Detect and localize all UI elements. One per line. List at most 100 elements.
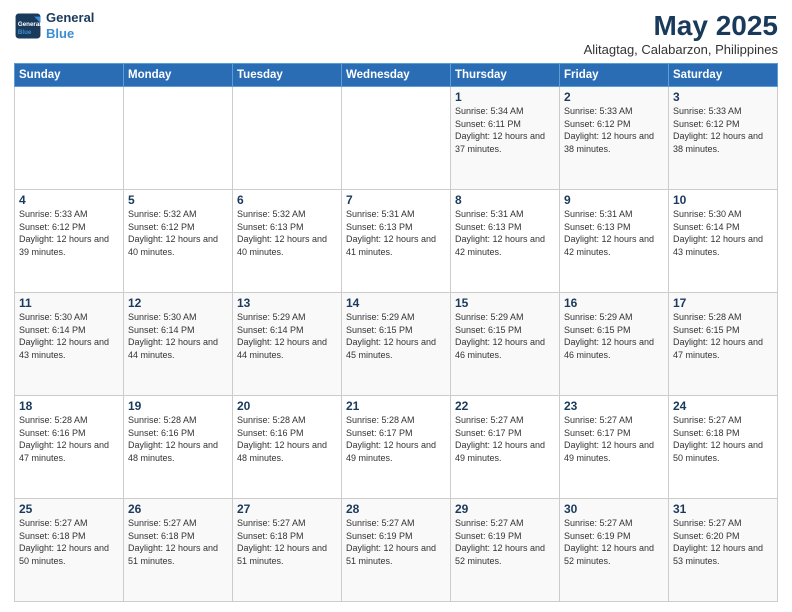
calendar-cell-w2-d2: 6Sunrise: 5:32 AM Sunset: 6:13 PM Daylig… xyxy=(233,190,342,293)
calendar-cell-w4-d6: 24Sunrise: 5:27 AM Sunset: 6:18 PM Dayli… xyxy=(669,396,778,499)
day-number: 17 xyxy=(673,296,773,310)
logo-text: General Blue xyxy=(46,10,94,41)
day-number: 9 xyxy=(564,193,664,207)
day-info: Sunrise: 5:27 AM Sunset: 6:17 PM Dayligh… xyxy=(564,414,664,464)
day-info: Sunrise: 5:30 AM Sunset: 6:14 PM Dayligh… xyxy=(673,208,773,258)
day-number: 6 xyxy=(237,193,337,207)
calendar-cell-w3-d6: 17Sunrise: 5:28 AM Sunset: 6:15 PM Dayli… xyxy=(669,293,778,396)
day-number: 19 xyxy=(128,399,228,413)
day-number: 11 xyxy=(19,296,119,310)
main-title: May 2025 xyxy=(584,10,778,42)
calendar-cell-w2-d4: 8Sunrise: 5:31 AM Sunset: 6:13 PM Daylig… xyxy=(451,190,560,293)
day-info: Sunrise: 5:28 AM Sunset: 6:17 PM Dayligh… xyxy=(346,414,446,464)
subtitle: Alitagtag, Calabarzon, Philippines xyxy=(584,42,778,57)
calendar-cell-w1-d3 xyxy=(342,87,451,190)
calendar-cell-w2-d5: 9Sunrise: 5:31 AM Sunset: 6:13 PM Daylig… xyxy=(560,190,669,293)
day-info: Sunrise: 5:32 AM Sunset: 6:12 PM Dayligh… xyxy=(128,208,228,258)
weekday-header-row: Sunday Monday Tuesday Wednesday Thursday… xyxy=(15,64,778,87)
logo: General Blue General Blue xyxy=(14,10,94,41)
day-number: 28 xyxy=(346,502,446,516)
calendar-cell-w4-d0: 18Sunrise: 5:28 AM Sunset: 6:16 PM Dayli… xyxy=(15,396,124,499)
day-info: Sunrise: 5:31 AM Sunset: 6:13 PM Dayligh… xyxy=(346,208,446,258)
day-number: 22 xyxy=(455,399,555,413)
day-number: 4 xyxy=(19,193,119,207)
calendar-cell-w5-d1: 26Sunrise: 5:27 AM Sunset: 6:18 PM Dayli… xyxy=(124,499,233,602)
day-info: Sunrise: 5:27 AM Sunset: 6:18 PM Dayligh… xyxy=(237,517,337,567)
day-info: Sunrise: 5:32 AM Sunset: 6:13 PM Dayligh… xyxy=(237,208,337,258)
week-row-4: 18Sunrise: 5:28 AM Sunset: 6:16 PM Dayli… xyxy=(15,396,778,499)
day-number: 2 xyxy=(564,90,664,104)
logo-icon: General Blue xyxy=(14,12,42,40)
calendar-cell-w5-d5: 30Sunrise: 5:27 AM Sunset: 6:19 PM Dayli… xyxy=(560,499,669,602)
title-block: May 2025 Alitagtag, Calabarzon, Philippi… xyxy=(584,10,778,57)
calendar-cell-w3-d1: 12Sunrise: 5:30 AM Sunset: 6:14 PM Dayli… xyxy=(124,293,233,396)
day-info: Sunrise: 5:31 AM Sunset: 6:13 PM Dayligh… xyxy=(564,208,664,258)
day-number: 31 xyxy=(673,502,773,516)
day-number: 24 xyxy=(673,399,773,413)
day-info: Sunrise: 5:27 AM Sunset: 6:19 PM Dayligh… xyxy=(346,517,446,567)
calendar-cell-w1-d5: 2Sunrise: 5:33 AM Sunset: 6:12 PM Daylig… xyxy=(560,87,669,190)
day-number: 13 xyxy=(237,296,337,310)
day-number: 29 xyxy=(455,502,555,516)
week-row-3: 11Sunrise: 5:30 AM Sunset: 6:14 PM Dayli… xyxy=(15,293,778,396)
calendar-page: General Blue General Blue May 2025 Alita… xyxy=(0,0,792,612)
day-info: Sunrise: 5:27 AM Sunset: 6:18 PM Dayligh… xyxy=(19,517,119,567)
day-number: 14 xyxy=(346,296,446,310)
day-info: Sunrise: 5:33 AM Sunset: 6:12 PM Dayligh… xyxy=(564,105,664,155)
day-number: 7 xyxy=(346,193,446,207)
day-info: Sunrise: 5:29 AM Sunset: 6:14 PM Dayligh… xyxy=(237,311,337,361)
day-number: 21 xyxy=(346,399,446,413)
day-number: 18 xyxy=(19,399,119,413)
header: General Blue General Blue May 2025 Alita… xyxy=(14,10,778,57)
day-info: Sunrise: 5:29 AM Sunset: 6:15 PM Dayligh… xyxy=(564,311,664,361)
calendar-cell-w1-d1 xyxy=(124,87,233,190)
calendar-cell-w5-d2: 27Sunrise: 5:27 AM Sunset: 6:18 PM Dayli… xyxy=(233,499,342,602)
calendar-cell-w3-d3: 14Sunrise: 5:29 AM Sunset: 6:15 PM Dayli… xyxy=(342,293,451,396)
day-number: 12 xyxy=(128,296,228,310)
day-number: 1 xyxy=(455,90,555,104)
day-number: 15 xyxy=(455,296,555,310)
day-info: Sunrise: 5:31 AM Sunset: 6:13 PM Dayligh… xyxy=(455,208,555,258)
day-info: Sunrise: 5:33 AM Sunset: 6:12 PM Dayligh… xyxy=(673,105,773,155)
day-number: 3 xyxy=(673,90,773,104)
day-number: 20 xyxy=(237,399,337,413)
day-info: Sunrise: 5:28 AM Sunset: 6:15 PM Dayligh… xyxy=(673,311,773,361)
calendar-cell-w3-d0: 11Sunrise: 5:30 AM Sunset: 6:14 PM Dayli… xyxy=(15,293,124,396)
header-monday: Monday xyxy=(124,64,233,87)
day-number: 25 xyxy=(19,502,119,516)
week-row-1: 1Sunrise: 5:34 AM Sunset: 6:11 PM Daylig… xyxy=(15,87,778,190)
day-info: Sunrise: 5:27 AM Sunset: 6:19 PM Dayligh… xyxy=(455,517,555,567)
calendar-cell-w3-d2: 13Sunrise: 5:29 AM Sunset: 6:14 PM Dayli… xyxy=(233,293,342,396)
calendar-cell-w4-d5: 23Sunrise: 5:27 AM Sunset: 6:17 PM Dayli… xyxy=(560,396,669,499)
week-row-2: 4Sunrise: 5:33 AM Sunset: 6:12 PM Daylig… xyxy=(15,190,778,293)
calendar-cell-w2-d6: 10Sunrise: 5:30 AM Sunset: 6:14 PM Dayli… xyxy=(669,190,778,293)
header-sunday: Sunday xyxy=(15,64,124,87)
calendar-cell-w2-d3: 7Sunrise: 5:31 AM Sunset: 6:13 PM Daylig… xyxy=(342,190,451,293)
day-info: Sunrise: 5:34 AM Sunset: 6:11 PM Dayligh… xyxy=(455,105,555,155)
header-tuesday: Tuesday xyxy=(233,64,342,87)
calendar-cell-w5-d0: 25Sunrise: 5:27 AM Sunset: 6:18 PM Dayli… xyxy=(15,499,124,602)
day-info: Sunrise: 5:28 AM Sunset: 6:16 PM Dayligh… xyxy=(19,414,119,464)
calendar-cell-w1-d4: 1Sunrise: 5:34 AM Sunset: 6:11 PM Daylig… xyxy=(451,87,560,190)
day-number: 27 xyxy=(237,502,337,516)
day-number: 26 xyxy=(128,502,228,516)
calendar-cell-w4-d3: 21Sunrise: 5:28 AM Sunset: 6:17 PM Dayli… xyxy=(342,396,451,499)
day-number: 5 xyxy=(128,193,228,207)
header-saturday: Saturday xyxy=(669,64,778,87)
svg-text:Blue: Blue xyxy=(18,28,32,35)
day-number: 16 xyxy=(564,296,664,310)
calendar-cell-w2-d0: 4Sunrise: 5:33 AM Sunset: 6:12 PM Daylig… xyxy=(15,190,124,293)
header-wednesday: Wednesday xyxy=(342,64,451,87)
day-info: Sunrise: 5:30 AM Sunset: 6:14 PM Dayligh… xyxy=(19,311,119,361)
calendar-cell-w1-d0 xyxy=(15,87,124,190)
day-info: Sunrise: 5:29 AM Sunset: 6:15 PM Dayligh… xyxy=(455,311,555,361)
svg-text:General: General xyxy=(18,21,41,28)
day-number: 23 xyxy=(564,399,664,413)
day-info: Sunrise: 5:33 AM Sunset: 6:12 PM Dayligh… xyxy=(19,208,119,258)
day-info: Sunrise: 5:27 AM Sunset: 6:18 PM Dayligh… xyxy=(128,517,228,567)
calendar-table: Sunday Monday Tuesday Wednesday Thursday… xyxy=(14,63,778,602)
calendar-cell-w1-d2 xyxy=(233,87,342,190)
calendar-cell-w5-d6: 31Sunrise: 5:27 AM Sunset: 6:20 PM Dayli… xyxy=(669,499,778,602)
calendar-cell-w2-d1: 5Sunrise: 5:32 AM Sunset: 6:12 PM Daylig… xyxy=(124,190,233,293)
header-friday: Friday xyxy=(560,64,669,87)
